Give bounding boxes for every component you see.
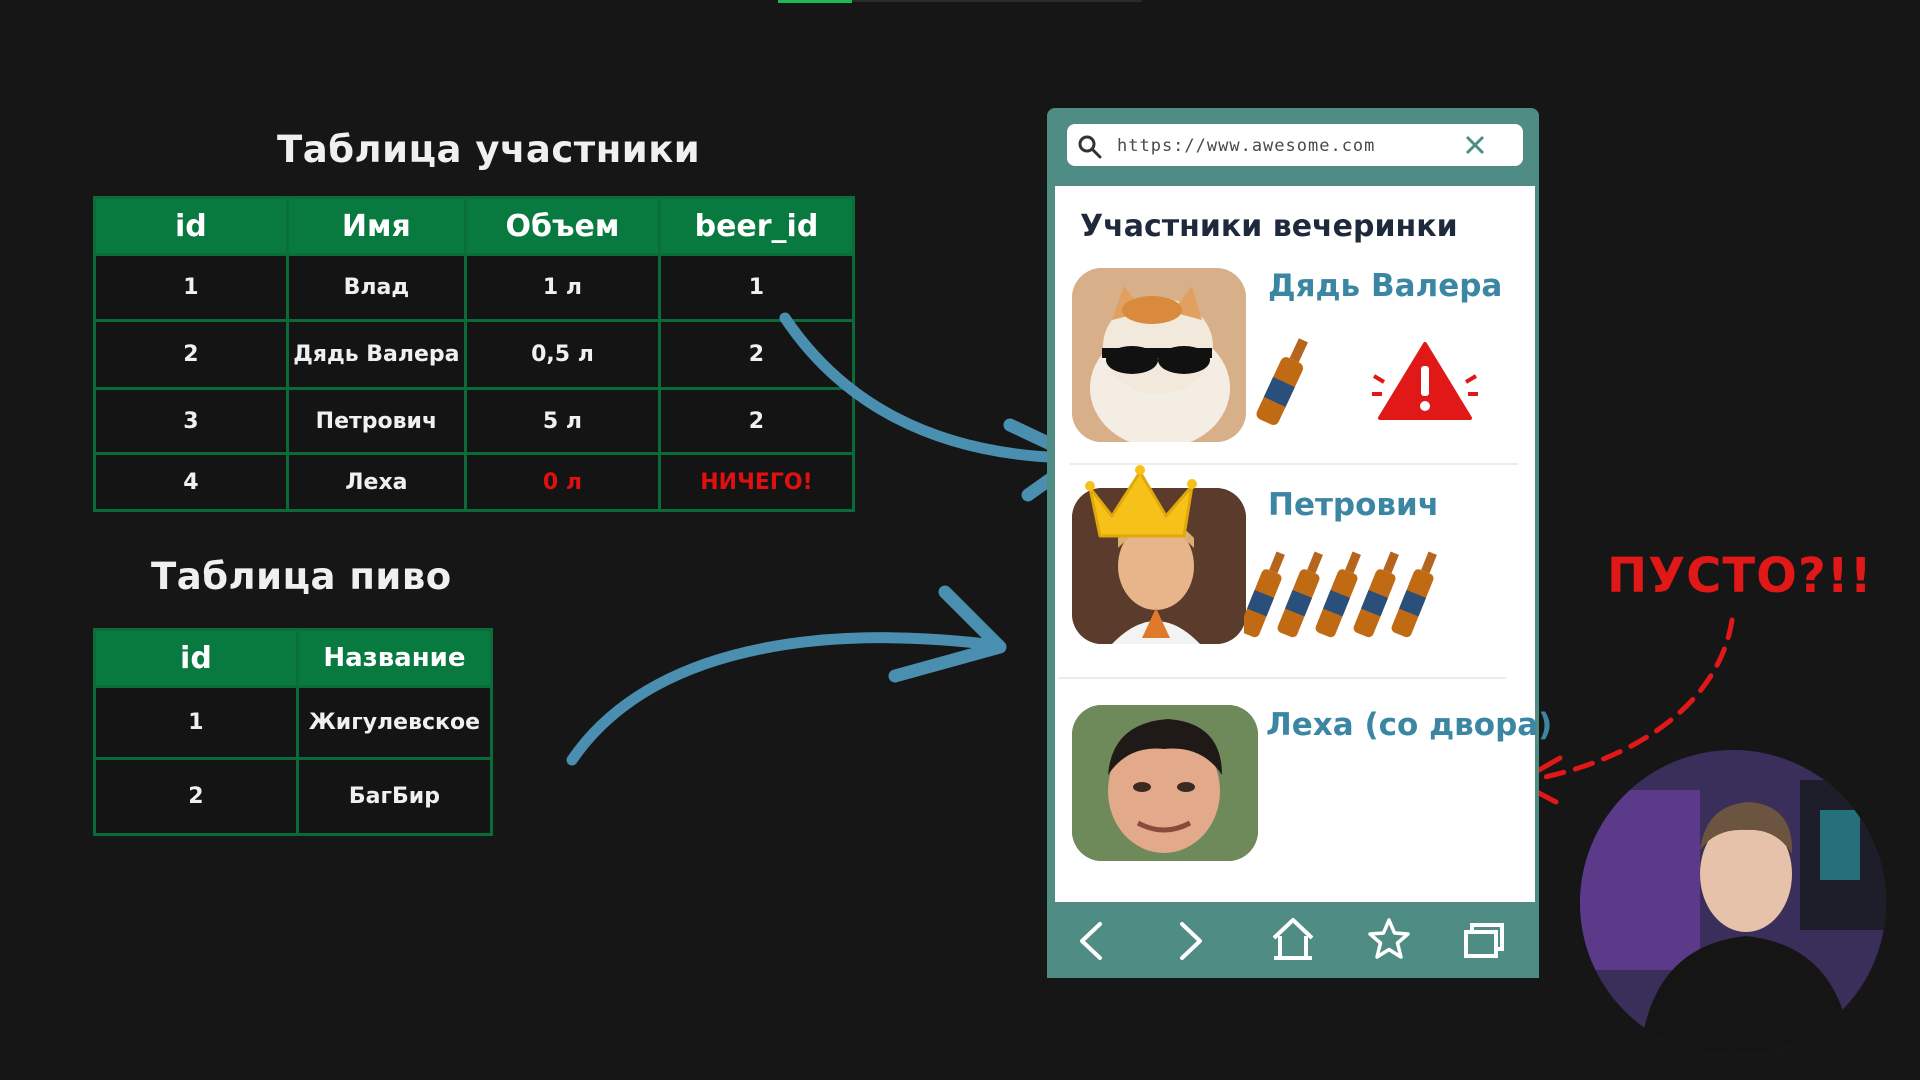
person-name: Петрович <box>1268 487 1440 523</box>
tabs-icon[interactable] <box>1462 920 1506 960</box>
empty-callout: ПУСТО?!! <box>1607 548 1873 604</box>
back-icon[interactable] <box>1074 920 1108 962</box>
url-text: https://www.awesome.com <box>1117 136 1376 156</box>
warning-icon <box>1372 342 1478 420</box>
guy-image-icon <box>1072 705 1258 861</box>
forward-icon[interactable] <box>1174 920 1208 962</box>
person-name: Дядь Валера <box>1268 268 1503 304</box>
crown-icon <box>1085 465 1197 538</box>
beer-bottle-icon <box>1391 551 1437 638</box>
arrow-beer-to-phone <box>566 632 1001 766</box>
presenter-image-icon <box>1580 750 1886 1056</box>
beer-bottles-group <box>1244 551 1437 638</box>
presenter-webcam <box>1580 750 1886 1056</box>
beer-bottle-icon <box>1256 338 1308 425</box>
screen-title: Участники вечеринки <box>1080 209 1458 244</box>
search-icon <box>1078 135 1102 159</box>
star-icon[interactable] <box>1366 916 1412 962</box>
avatar-cat <box>1072 268 1246 442</box>
close-icon[interactable] <box>1464 134 1486 156</box>
person-name: Леха (со двора) <box>1266 707 1553 743</box>
divider <box>1058 677 1506 679</box>
avatar-lekha <box>1072 705 1258 861</box>
home-icon[interactable] <box>1270 916 1316 962</box>
cat-image-icon <box>1072 268 1246 442</box>
